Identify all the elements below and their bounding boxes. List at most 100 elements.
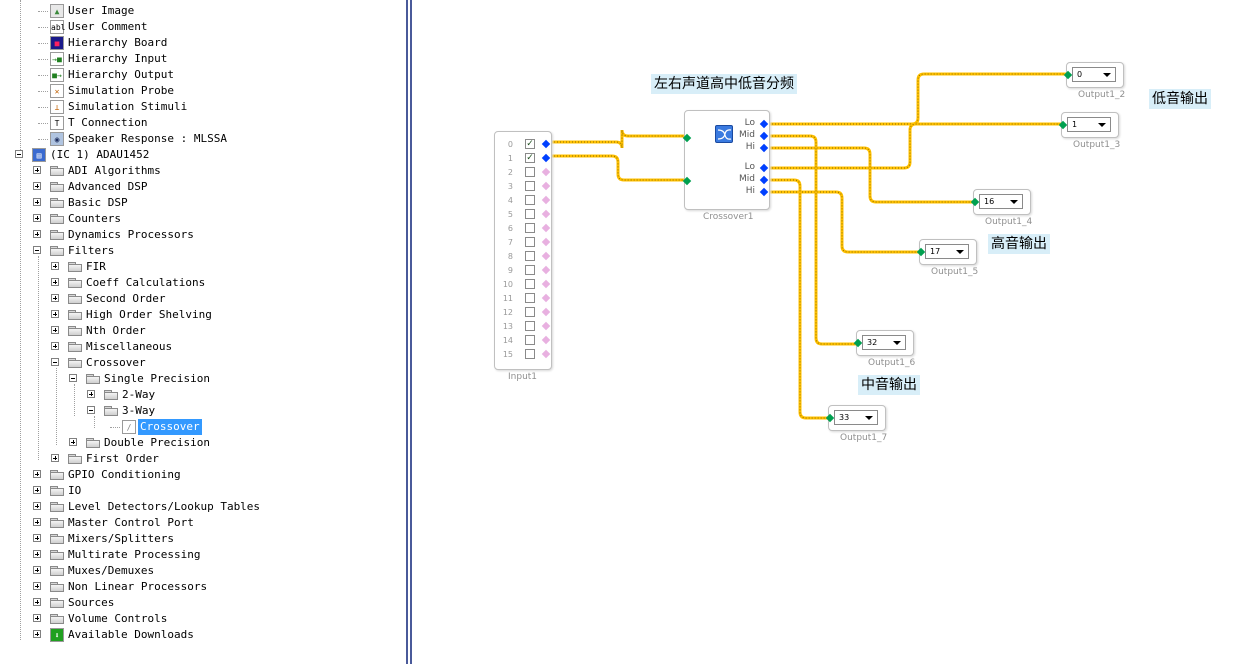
tree-item[interactable]: Dynamics Processors (0, 227, 404, 243)
tree-item[interactable]: ∕ Crossover (0, 419, 404, 435)
tree-item[interactable]: Non Linear Processors (0, 579, 404, 595)
expand-icon[interactable] (87, 390, 95, 398)
input-channel-checkbox[interactable] (525, 195, 535, 205)
expand-icon[interactable] (33, 182, 41, 190)
input-output-pin[interactable] (541, 349, 551, 359)
tree-item[interactable]: →■ Hierarchy Input (0, 51, 404, 67)
input-channel-checkbox[interactable] (525, 251, 535, 261)
tree-item[interactable]: T T Connection (0, 115, 404, 131)
tree-item[interactable]: First Order (0, 451, 404, 467)
input-channel-checkbox[interactable] (525, 279, 535, 289)
input-channel-checkbox[interactable] (525, 307, 535, 317)
output-channel-select[interactable]: 0 (1072, 67, 1116, 82)
output-input-pin[interactable] (1058, 120, 1068, 130)
tree-item[interactable]: Single Precision (0, 371, 404, 387)
expand-icon[interactable] (33, 502, 41, 510)
tree-item[interactable]: ▲ User Image (0, 3, 404, 19)
tree-item[interactable]: FIR (0, 259, 404, 275)
output-block[interactable]: 33 (825, 405, 886, 431)
expand-icon[interactable] (51, 454, 59, 462)
input-output-pin[interactable] (541, 195, 551, 205)
tree-item[interactable]: Miscellaneous (0, 339, 404, 355)
tree-item[interactable]: 3-Way (0, 403, 404, 419)
input-channel-checkbox[interactable] (525, 349, 535, 359)
tree-item[interactable]: Coeff Calculations (0, 275, 404, 291)
crossover-icon[interactable] (715, 125, 733, 143)
crossover-output-pin[interactable] (759, 119, 769, 129)
crossover-input-pin[interactable] (682, 133, 692, 143)
input-output-pin[interactable] (541, 251, 551, 261)
output-channel-select[interactable]: 32 (862, 335, 906, 350)
tree-item[interactable]: Second Order (0, 291, 404, 307)
input-output-pin[interactable] (541, 335, 551, 345)
wire[interactable] (766, 178, 830, 420)
input-output-pin[interactable] (541, 237, 551, 247)
output-input-pin[interactable] (825, 413, 835, 423)
expand-icon[interactable] (33, 550, 41, 558)
collapse-icon[interactable] (15, 150, 23, 158)
input-channel-checkbox[interactable] (525, 209, 535, 219)
expand-icon[interactable] (33, 566, 41, 574)
tree-item[interactable]: IO (0, 483, 404, 499)
tree-item[interactable]: ▤ (IC 1) ADAU1452 (0, 147, 404, 163)
tree-item[interactable]: ⬇ Available Downloads (0, 627, 404, 643)
expand-icon[interactable] (33, 630, 41, 638)
input-channel-checkbox[interactable] (525, 321, 535, 331)
tree-item[interactable]: GPIO Conditioning (0, 467, 404, 483)
tree-item[interactable]: Nth Order (0, 323, 404, 339)
expand-icon[interactable] (51, 278, 59, 286)
tree-item[interactable]: Double Precision (0, 435, 404, 451)
tree-item[interactable]: abl User Comment (0, 19, 404, 35)
tree-item[interactable]: ■→ Hierarchy Output (0, 67, 404, 83)
crossover-output-pin[interactable] (759, 163, 769, 173)
tree-item[interactable]: Multirate Processing (0, 547, 404, 563)
collapse-icon[interactable] (51, 358, 59, 366)
tree-item[interactable]: Level Detectors/Lookup Tables (0, 499, 404, 515)
expand-icon[interactable] (33, 614, 41, 622)
crossover-block[interactable]: Lo Mid Hi Lo Mid Hi (682, 110, 770, 210)
output-block[interactable]: 32 (853, 330, 914, 356)
tree-item[interactable]: 2-Way (0, 387, 404, 403)
expand-icon[interactable] (33, 230, 41, 238)
input-channel-checkbox[interactable]: ✓ (525, 139, 535, 149)
input-output-pin[interactable] (541, 307, 551, 317)
input-output-pin[interactable] (541, 181, 551, 191)
input-channel-checkbox[interactable] (525, 181, 535, 191)
tree-item[interactable]: Volume Controls (0, 611, 404, 627)
tree-item[interactable]: Sources (0, 595, 404, 611)
input-channel-checkbox[interactable] (525, 237, 535, 247)
tree-item[interactable]: Master Control Port (0, 515, 404, 531)
input-output-pin[interactable] (541, 293, 551, 303)
expand-icon[interactable] (69, 438, 77, 446)
output-channel-select[interactable]: 16 (979, 194, 1023, 209)
crossover-input-pin[interactable] (682, 176, 692, 186)
expand-icon[interactable] (51, 262, 59, 270)
expand-icon[interactable] (51, 326, 59, 334)
input-output-pin[interactable] (541, 265, 551, 275)
output-block[interactable]: 1 (1058, 112, 1119, 138)
input-channel-checkbox[interactable]: ✓ (525, 153, 535, 163)
wire[interactable] (766, 72, 1068, 126)
input-channel-checkbox[interactable] (525, 223, 535, 233)
input-output-pin[interactable] (541, 209, 551, 219)
tree-item[interactable]: Muxes/Demuxes (0, 563, 404, 579)
tree-item[interactable]: ✕ Simulation Probe (0, 83, 404, 99)
crossover-output-pin[interactable] (759, 143, 769, 153)
expand-icon[interactable] (33, 470, 41, 478)
tree-item[interactable]: ◉ Speaker Response : MLSSA (0, 131, 404, 147)
wire[interactable] (766, 122, 1063, 170)
tree-item[interactable]: Advanced DSP (0, 179, 404, 195)
expand-icon[interactable] (51, 294, 59, 302)
output-block[interactable]: 0 (1063, 62, 1124, 88)
crossover-output-pin[interactable] (759, 187, 769, 197)
output-channel-select[interactable]: 17 (925, 244, 969, 259)
output-input-pin[interactable] (853, 338, 863, 348)
expand-icon[interactable] (51, 342, 59, 350)
input-output-pin[interactable] (541, 153, 551, 163)
input-channel-checkbox[interactable] (525, 335, 535, 345)
input-block[interactable]: 0 ✓ 1 ✓ 2 3 4 5 6 7 8 9 10 11 12 13 14 15 (494, 131, 552, 370)
collapse-icon[interactable] (69, 374, 77, 382)
tree-item[interactable]: Crossover (0, 355, 404, 371)
tree-item[interactable]: Counters (0, 211, 404, 227)
expand-icon[interactable] (51, 310, 59, 318)
